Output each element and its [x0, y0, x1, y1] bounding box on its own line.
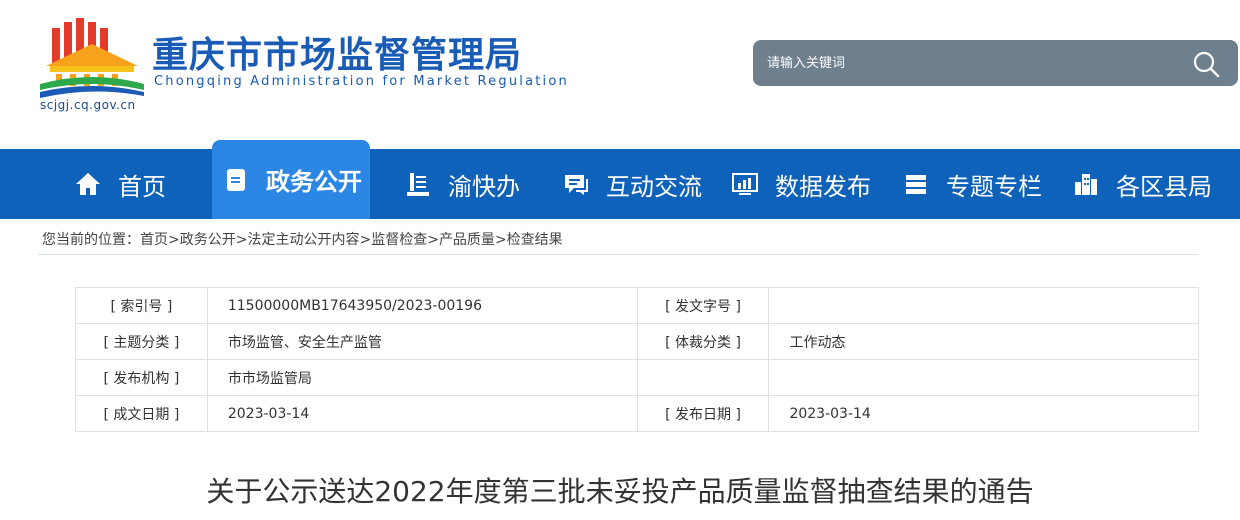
site-header: scjgj.cq.gov.cn 重庆市市场监督管理局 Chongqing Adm…: [0, 0, 1240, 150]
breadcrumb: 您当前的位置：首页>政务公开>法定主动公开内容>监督检查>产品质量>检查结果: [42, 229, 563, 249]
meta-label: [ 发文字号 ]: [636, 287, 770, 324]
meta-value: 市市场监管局: [206, 359, 638, 396]
nav-item-yukuaiban[interactable]: 渝快办: [404, 149, 520, 219]
meta-value: [768, 359, 1199, 396]
breadcrumb-link[interactable]: 产品质量: [439, 232, 495, 248]
search-input[interactable]: [767, 48, 1167, 78]
breadcrumb-divider: [38, 254, 1198, 255]
breadcrumb-separator: >: [427, 232, 439, 248]
breadcrumb-separator: >: [494, 232, 507, 248]
table-row: [ 索引号 ] 11500000MB17643950/2023-00196 [ …: [75, 287, 1199, 324]
site-domain: scjgj.cq.gov.cn: [40, 98, 136, 112]
home-icon: [76, 173, 100, 195]
breadcrumb-prefix: 您当前的位置：: [42, 232, 140, 248]
meta-value: [768, 287, 1199, 324]
nav-item-government-affairs[interactable]: 政务公开: [212, 140, 370, 219]
table-row: [ 成文日期 ] 2023-03-14 [ 发布日期 ] 2023-03-14: [75, 395, 1199, 432]
nav-label: 政务公开: [266, 168, 362, 196]
meta-label: [ 发布日期 ]: [636, 395, 770, 432]
meta-label: [ 成文日期 ]: [75, 395, 208, 432]
meta-label: [ 主题分类 ]: [75, 323, 208, 360]
nav-item-interaction[interactable]: 互动交流: [562, 149, 702, 219]
buildings-icon: [1075, 174, 1097, 195]
breadcrumb-separator: >: [359, 232, 372, 248]
site-title[interactable]: 重庆市市场监督管理局: [152, 26, 522, 78]
table-row: [ 主题分类 ] 市场监管、安全生产监管 [ 体裁分类 ] 工作动态: [75, 323, 1199, 360]
nav-label: 首页: [118, 172, 166, 201]
main-nav: 首页 政务公开 渝快办 互动交流 数据发布 专题专栏 各区县局: [0, 140, 1240, 219]
breadcrumb-link[interactable]: 法定主动公开内容: [247, 232, 359, 248]
breadcrumb-link[interactable]: 政务公开: [180, 232, 236, 248]
nav-item-home[interactable]: 首页: [74, 149, 166, 219]
column-stack-icon: [906, 175, 926, 194]
breadcrumb-separator: >: [235, 232, 248, 248]
breadcrumb-link[interactable]: 检查结果: [507, 232, 563, 248]
nav-item-district-bureaus[interactable]: 各区县局: [1072, 149, 1212, 219]
table-row: [ 发布机构 ] 市市场监管局: [75, 359, 1199, 396]
nav-item-data-release[interactable]: 数据发布: [731, 149, 871, 219]
meta-value: 工作动态: [768, 323, 1199, 360]
government-building-emblem-icon[interactable]: [36, 18, 148, 98]
nav-label: 专题专栏: [946, 172, 1042, 201]
nav-label: 各区县局: [1116, 172, 1212, 201]
nav-label: 数据发布: [775, 172, 871, 201]
meta-value: 11500000MB17643950/2023-00196: [206, 287, 638, 324]
service-hall-icon: [407, 173, 429, 196]
meta-value: 2023-03-14: [206, 395, 638, 432]
meta-label: [ 索引号 ]: [75, 287, 208, 324]
nav-label: 互动交流: [606, 172, 702, 201]
meta-value: 市场监管、安全生产监管: [206, 323, 638, 360]
search-box: [753, 40, 1238, 86]
meta-value: 2023-03-14: [768, 395, 1199, 432]
meta-label: [636, 359, 770, 396]
document-title: 关于公示送达2022年度第三批未妥投产品质量监督抽查结果的通告: [206, 475, 1034, 508]
search-icon[interactable]: [1192, 50, 1220, 78]
breadcrumb-link[interactable]: 首页: [140, 232, 168, 248]
breadcrumb-link[interactable]: 监督检查: [371, 232, 427, 248]
meta-label: [ 体裁分类 ]: [636, 323, 770, 360]
chat-icon: [565, 175, 588, 195]
data-chart-icon: [732, 173, 758, 195]
document-icon: [227, 168, 245, 191]
nav-label: 渝快办: [448, 172, 520, 201]
document-meta-table: [ 索引号 ] 11500000MB17643950/2023-00196 [ …: [75, 287, 1199, 432]
meta-label: [ 发布机构 ]: [75, 359, 208, 396]
site-subtitle: Chongqing Administration for Market Regu…: [154, 74, 569, 89]
nav-item-special-column[interactable]: 专题专栏: [902, 149, 1042, 219]
breadcrumb-separator: >: [168, 232, 180, 248]
